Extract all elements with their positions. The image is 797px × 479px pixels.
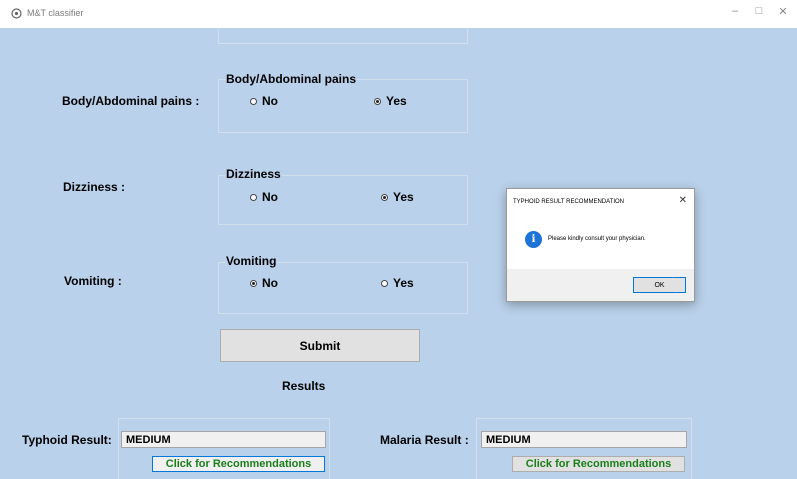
vomiting-no-radio[interactable]: No [250,276,278,290]
window-title: M&T classifier [27,8,84,18]
radio-label: No [262,94,278,108]
radio-label: Yes [393,276,414,290]
body-pains-no-radio[interactable]: No [250,94,278,108]
malaria-result-label: Malaria Result : [380,433,469,447]
dialog-message: Please kindly consult your physician. [548,236,646,242]
radio-checked-icon [250,279,257,287]
close-button[interactable]: ✕ [776,5,790,18]
typhoid-result-label: Typhoid Result: [22,433,112,447]
malaria-recommendations-button[interactable]: Click for Recommendations [512,456,685,472]
radio-unchecked-icon [250,193,257,201]
previous-group-box [218,28,468,44]
dizziness-group-title: Dizziness [225,167,282,181]
typhoid-result-field[interactable]: MEDIUM [121,431,326,448]
dialog-title: TYPHOID RESULT RECOMMENDATION [513,199,625,205]
app-icon [11,8,22,19]
dialog-close-icon[interactable]: ✕ [679,195,687,206]
submit-button[interactable]: Submit [220,329,420,362]
minimize-button[interactable]: – [728,5,742,17]
malaria-result-field[interactable]: MEDIUM [481,431,687,448]
results-heading: Results [282,379,326,393]
title-bar: M&T classifier – □ ✕ [0,0,797,28]
recommendation-dialog: TYPHOID RESULT RECOMMENDATION ✕ i Please… [506,188,695,302]
radio-label: No [262,190,278,204]
radio-unchecked-icon [250,97,257,105]
body-pains-group-title: Body/Abdominal pains [225,72,358,86]
radio-label: Yes [393,190,414,204]
radio-label: No [262,276,278,290]
dizziness-yes-radio[interactable]: Yes [381,190,414,204]
dizziness-label: Dizziness : [63,180,126,194]
typhoid-recommendations-button[interactable]: Click for Recommendations [152,456,325,472]
radio-unchecked-icon [381,279,388,287]
radio-checked-icon [374,97,381,105]
info-icon: i [525,231,542,248]
vomiting-group-title: Vomiting [225,254,278,268]
dialog-footer: OK [507,269,694,301]
vomiting-label: Vomiting : [64,274,122,288]
dizziness-no-radio[interactable]: No [250,190,278,204]
body-pains-label: Body/Abdominal pains : [62,94,200,108]
ok-button[interactable]: OK [633,277,686,293]
maximize-button[interactable]: □ [752,5,766,17]
radio-label: Yes [386,94,407,108]
radio-checked-icon [381,193,388,201]
body-pains-yes-radio[interactable]: Yes [374,94,407,108]
vomiting-yes-radio[interactable]: Yes [381,276,414,290]
